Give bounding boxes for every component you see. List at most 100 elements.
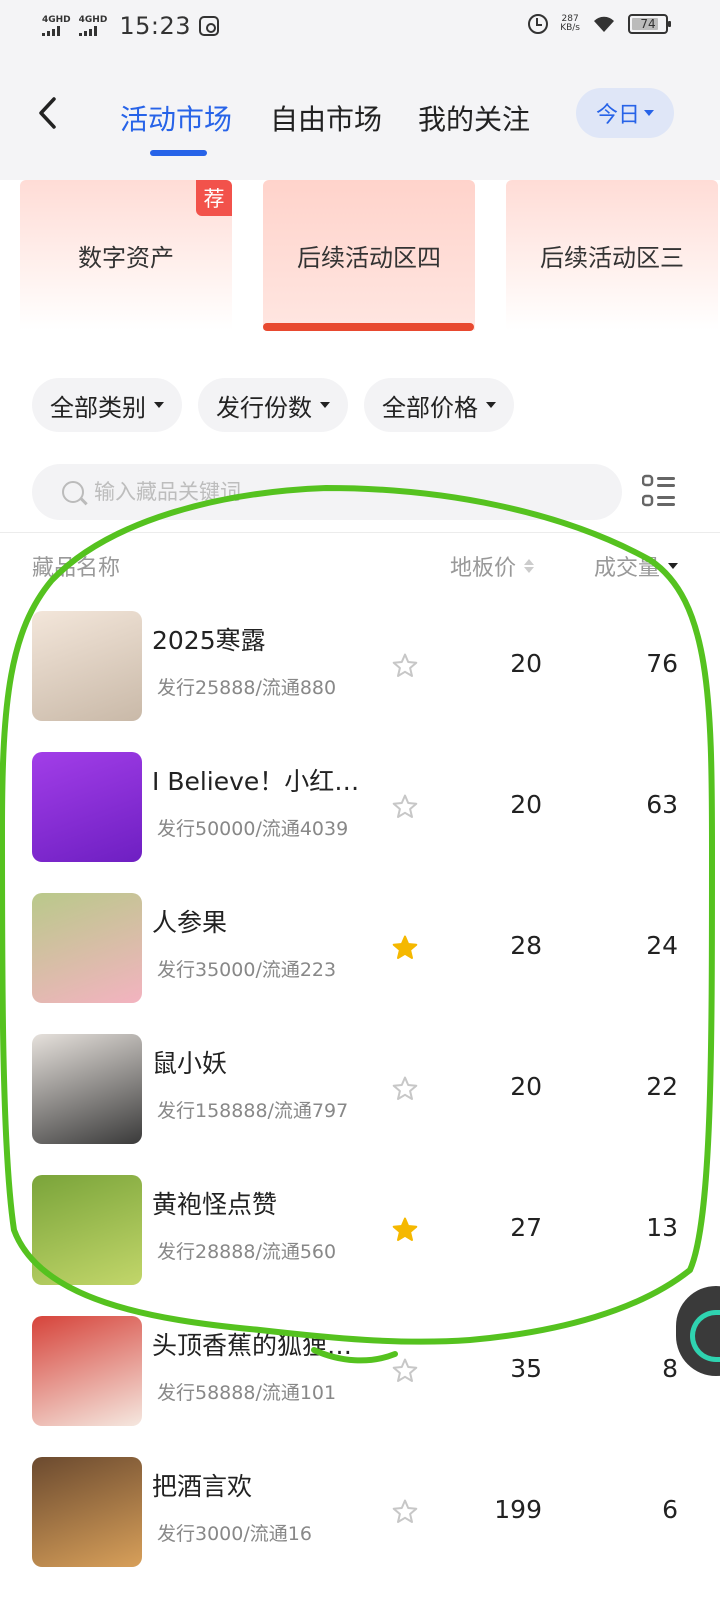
column-volume-label: 成交量 [593,556,660,581]
chevron-down-icon [486,402,496,408]
item-issue-info: 发行3000/流通16 [157,1523,312,1545]
star-outline-icon[interactable] [392,1076,418,1102]
item-floor-price: 20 [510,790,542,819]
filter-issue-count[interactable]: 发行份数 [198,378,348,432]
active-zone-indicator [263,323,474,331]
item-issue-info: 发行28888/流通560 [157,1241,337,1263]
star-outline-icon[interactable] [392,794,418,820]
filter-label: 发行份数 [216,393,312,422]
item-thumbnail [32,893,142,1003]
battery-level: 74 [640,17,656,31]
tab-my-follows[interactable]: 我的关注 [418,98,530,138]
status-left: 4GHD 4GHD 15:23 [42,12,219,40]
star-outline-icon[interactable] [392,1499,418,1525]
item-thumbnail [32,1316,142,1426]
item-thumbnail [32,611,142,721]
zone-activity-3[interactable]: 后续活动区三 [506,180,718,330]
clock: 15:23 [119,12,191,40]
recommend-badge: 荐 [196,180,232,216]
table-row[interactable]: 人参果发行35000/流通223 28 24 [0,893,720,1034]
sim2-signal-icon: 4GHD [78,15,108,36]
chevron-down-icon [320,402,330,408]
network-speed-unit: KB/s [560,23,580,33]
zone-tabs: 数字资产 后续活动区四 后续活动区三 [0,180,720,330]
zone-label: 数字资产 [78,243,174,272]
search-input[interactable] [94,480,574,504]
period-label: 今日 [595,103,640,128]
filter-label: 全部价格 [382,393,478,422]
network-speed: 287 KB/s [560,15,580,33]
active-tab-indicator [150,150,207,156]
zone-label: 后续活动区四 [297,243,441,272]
item-thumbnail [32,1175,142,1285]
sim1-signal-icon: 4GHD [42,16,71,36]
filter-category[interactable]: 全部类别 [32,378,182,432]
item-title: 黄袍怪点赞 [152,1190,278,1219]
item-title: I Believe！小红… [152,767,360,796]
search-box [32,464,622,520]
tab-free-market[interactable]: 自由市场 [270,98,382,138]
table-row[interactable]: 2025寒露发行25888/流通880 20 76 [0,611,720,752]
filter-bar: 全部类别 发行份数 全部价格 [32,378,514,432]
zone-activity-4[interactable]: 后续活动区四 [263,180,475,330]
item-title: 2025寒露 [152,626,266,655]
item-floor-price: 199 [494,1495,542,1524]
item-title: 头顶香蕉的狐狸… [152,1331,353,1360]
filter-label: 全部类别 [50,393,146,422]
status-right: 287 KB/s 74 [528,14,671,34]
column-name: 藏品名称 [32,556,121,581]
table-row[interactable]: 头顶香蕉的狐狸… 发行58888/流通101 35 8 [0,1316,720,1457]
item-floor-price: 20 [510,1072,542,1101]
item-floor-price: 28 [510,931,542,960]
period-dropdown[interactable]: 今日 [576,88,674,138]
filter-price[interactable]: 全部价格 [364,378,514,432]
sort-desc-icon [668,563,678,569]
list-view-icon[interactable] [642,474,676,508]
star-outline-icon[interactable] [392,1358,418,1384]
item-title: 鼠小妖 [152,1049,228,1078]
item-volume: 22 [646,1072,678,1101]
item-volume: 13 [646,1213,678,1242]
wifi-icon [594,16,614,32]
table-row[interactable]: 鼠小妖发行158888/流通797 20 22 [0,1034,720,1175]
star-outline-icon[interactable] [392,653,418,679]
table-row[interactable]: 黄袍怪点赞发行28888/流通560 27 13 [0,1175,720,1316]
item-issue-info: 发行25888/流通880 [157,677,337,699]
item-issue-info: 发行35000/流通223 [157,959,337,981]
table-row[interactable]: I Believe！小红… 发行50000/流通4039 20 63 [0,752,720,893]
alarm-icon [528,14,549,34]
item-thumbnail [32,1457,142,1567]
divider [0,532,720,533]
item-floor-price: 35 [510,1354,542,1383]
screen-record-icon [198,16,219,36]
item-volume: 76 [646,649,678,678]
battery-icon: 74 [628,14,671,34]
item-issue-info: 发行158888/流通797 [157,1100,349,1122]
item-title: 人参果 [152,908,228,937]
sim1-label: 4GHD [42,15,71,25]
item-volume: 6 [662,1495,678,1524]
item-volume: 24 [646,931,678,960]
column-floor-price[interactable]: 地板价 [450,550,535,582]
sort-icon [524,559,535,573]
item-volume: 63 [646,790,678,819]
star-filled-icon[interactable] [392,1217,418,1243]
chevron-down-icon [644,110,654,116]
zone-label: 后续活动区三 [540,243,684,272]
tab-activity-market[interactable]: 活动市场 [120,98,232,138]
sim2-label: 4GHD [78,15,108,25]
item-title: 把酒言欢 [152,1472,253,1501]
item-thumbnail [32,752,142,862]
search-icon [62,481,84,503]
item-floor-price: 20 [510,649,542,678]
star-filled-icon[interactable] [392,935,418,961]
column-floor-label: 地板价 [450,556,517,581]
back-arrow-icon[interactable] [34,96,64,130]
item-issue-info: 发行50000/流通4039 [157,818,349,840]
table-row[interactable]: 把酒言欢发行3000/流通16 199 6 [0,1457,720,1598]
column-volume[interactable]: 成交量 [594,550,678,582]
item-issue-info: 发行58888/流通101 [157,1382,337,1404]
top-nav: 活动市场 自由市场 我的关注 今日 [0,56,720,180]
item-floor-price: 27 [510,1213,542,1242]
table-header: 藏品名称 地板价 成交量 [0,546,720,586]
